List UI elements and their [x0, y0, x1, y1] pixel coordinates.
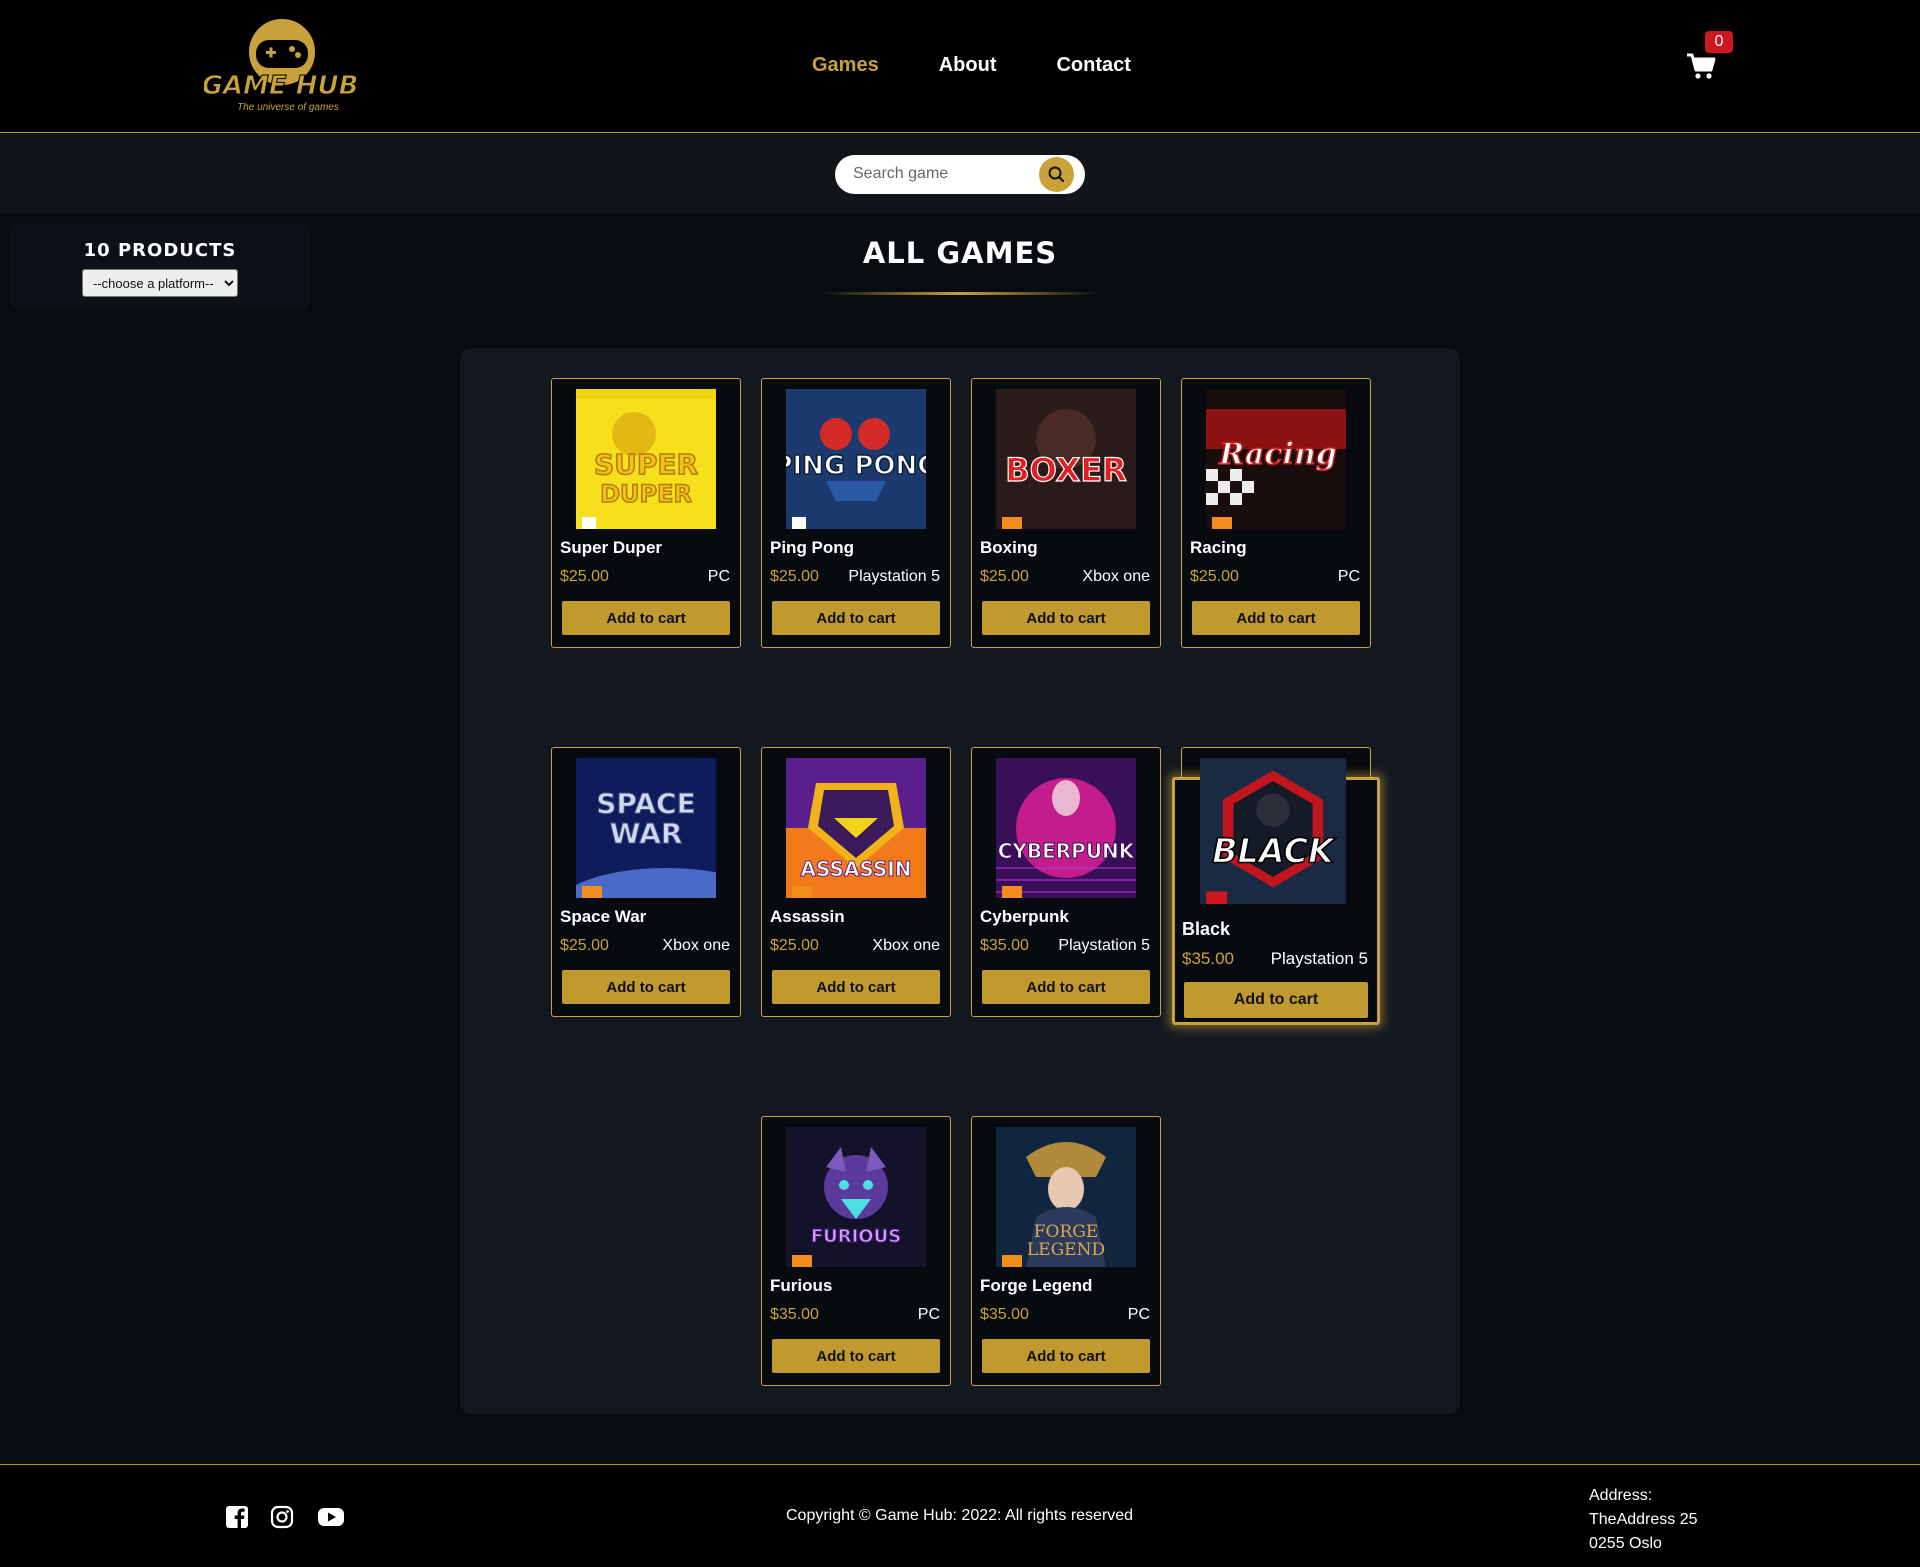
product-count: 10 PRODUCTS: [83, 240, 237, 261]
product-cover[interactable]: BLACK: [1200, 758, 1346, 904]
product-cover[interactable]: BOXER: [996, 389, 1136, 529]
product-card: BOXER Boxing $25.00 Xbox one Add to cart: [971, 378, 1161, 648]
product-platform: PC: [707, 568, 730, 585]
search-button[interactable]: [1039, 157, 1074, 192]
product-cover[interactable]: PING PONG: [786, 389, 926, 529]
add-to-cart-button[interactable]: Add to cart: [772, 1339, 940, 1373]
svg-text:SPACE: SPACE: [596, 787, 695, 820]
product-price: $25.00: [770, 937, 819, 954]
product-card: Racing Racing $25.00 PC Add to cart: [1181, 378, 1371, 648]
product-name: Super Duper: [560, 538, 663, 557]
product-card: SUPER DUPER Super Duper $25.00 PC Add to …: [551, 378, 741, 648]
add-to-cart-button[interactable]: Add to cart: [772, 601, 940, 635]
product-price: $25.00: [1190, 568, 1239, 585]
svg-text:Racing: Racing: [1218, 437, 1337, 472]
address-line-2: 0255 Oslo: [1589, 1535, 1662, 1552]
svg-text:LEGEND: LEGEND: [1027, 1240, 1105, 1260]
product-platform: Playstation 5: [1058, 937, 1150, 954]
product-name: Ping Pong: [770, 538, 855, 557]
add-to-cart-button[interactable]: Add to cart: [1192, 601, 1360, 635]
product-platform: PC: [917, 1306, 940, 1323]
product-card: ASSASSIN Assassin $25.00 Xbox one Add to…: [761, 747, 951, 1017]
product-name: Racing: [1190, 538, 1247, 557]
game-hub-logo[interactable]: GAME HUB The universe of games: [201, 14, 359, 114]
add-to-cart-button[interactable]: Add to cart: [982, 970, 1150, 1004]
product-cover[interactable]: ASSASSIN: [786, 758, 926, 898]
product-platform: PC: [1127, 1306, 1150, 1323]
cart-icon[interactable]: [1686, 52, 1716, 80]
product-platform: Xbox one: [872, 937, 940, 954]
product-cover[interactable]: SPACE WAR: [576, 758, 716, 898]
product-card: FURIOUS Furious $35.00 PC Add to cart: [761, 1116, 951, 1386]
add-to-cart-button[interactable]: Add to cart: [772, 970, 940, 1004]
platform-select[interactable]: --choose a platform--: [82, 269, 238, 297]
address-line-1: TheAddress 25: [1589, 1511, 1698, 1528]
product-platform: Xbox one: [662, 937, 730, 954]
product-card: PING PONG Ping Pong $25.00 Playstation 5…: [761, 378, 951, 648]
add-to-cart-button[interactable]: Add to cart: [562, 601, 730, 635]
product-card: CYBERPUNK Cyberpunk $35.00 Playstation 5…: [971, 747, 1161, 1017]
svg-text:GAME HUB: GAME HUB: [204, 71, 356, 101]
address-block: Address: TheAddress 25 0255 Oslo: [1589, 1484, 1698, 1556]
product-platform: PC: [1337, 568, 1360, 585]
product-cover[interactable]: SUPER DUPER: [576, 389, 716, 529]
search-input[interactable]: [853, 163, 1033, 185]
product-name: Furious: [770, 1276, 833, 1295]
product-price: $35.00: [770, 1306, 819, 1323]
nav-about[interactable]: About: [939, 54, 997, 77]
main-nav: Games About Contact: [812, 54, 1131, 77]
product-name: Cyberpunk: [980, 907, 1069, 926]
facebook-icon[interactable]: [225, 1505, 249, 1529]
product-price: $35.00: [980, 1306, 1029, 1323]
svg-text:WAR: WAR: [610, 817, 683, 850]
product-name: Forge Legend: [980, 1276, 1093, 1295]
product-platform: Playstation 5: [848, 568, 940, 585]
product-name: Assassin: [770, 907, 845, 926]
product-platform: Playstation 5: [1270, 949, 1368, 968]
product-price: $25.00: [560, 937, 609, 954]
product-name: Boxing: [980, 538, 1038, 557]
instagram-icon[interactable]: [270, 1505, 294, 1529]
add-to-cart-button[interactable]: Add to cart: [562, 970, 730, 1004]
product-cover[interactable]: CYBERPUNK: [996, 758, 1136, 898]
svg-text:BOXER: BOXER: [1005, 451, 1127, 489]
svg-text:BLACK: BLACK: [1212, 831, 1336, 870]
nav-games[interactable]: Games: [812, 54, 879, 77]
product-card: SPACE WAR Space War $25.00 Xbox one Add t…: [551, 747, 741, 1017]
product-card: FORGE LEGEND Forge Legend $35.00 PC Add t…: [971, 1116, 1161, 1386]
nav-contact[interactable]: Contact: [1056, 54, 1130, 77]
product-cover[interactable]: FORGE LEGEND: [996, 1127, 1136, 1267]
product-price: $35.00: [1182, 949, 1234, 968]
add-to-cart-button[interactable]: Add to cart: [982, 1339, 1150, 1373]
product-price: $25.00: [770, 568, 819, 585]
copyright-text: Copyright © Game Hub: 2022: All rights r…: [786, 1507, 1134, 1524]
product-platform: Xbox one: [1082, 568, 1150, 585]
product-name: Black: [1182, 919, 1231, 939]
cart-count-badge: 0: [1705, 31, 1733, 53]
svg-text:ASSASSIN: ASSASSIN: [801, 857, 912, 881]
svg-text:FURIOUS: FURIOUS: [811, 1226, 901, 1247]
search-icon: [1048, 166, 1065, 183]
product-price: $25.00: [980, 568, 1029, 585]
product-cover[interactable]: Racing: [1206, 389, 1346, 529]
product-name: Space War: [560, 907, 647, 926]
add-to-cart-button[interactable]: Add to cart: [982, 601, 1150, 635]
product-price: $25.00: [560, 568, 609, 585]
add-to-cart-button[interactable]: Add to cart: [1184, 982, 1368, 1018]
svg-text:The universe of games: The universe of games: [237, 102, 339, 113]
product-price: $35.00: [980, 937, 1029, 954]
title-underline: [820, 292, 1100, 295]
product-card-hovered: BLACK Black $35.00 Playstation 5 Add to …: [1172, 758, 1380, 1025]
page-title: ALL GAMES: [862, 236, 1058, 270]
svg-text:SUPER: SUPER: [594, 448, 698, 481]
product-cover[interactable]: FURIOUS: [786, 1127, 926, 1267]
svg-text:DUPER: DUPER: [600, 480, 692, 508]
svg-text:PING PONG: PING PONG: [786, 451, 926, 481]
youtube-icon[interactable]: [317, 1505, 345, 1529]
address-label: Address:: [1589, 1487, 1653, 1504]
svg-text:FORGE: FORGE: [1034, 1222, 1099, 1242]
svg-text:CYBERPUNK: CYBERPUNK: [998, 839, 1136, 863]
